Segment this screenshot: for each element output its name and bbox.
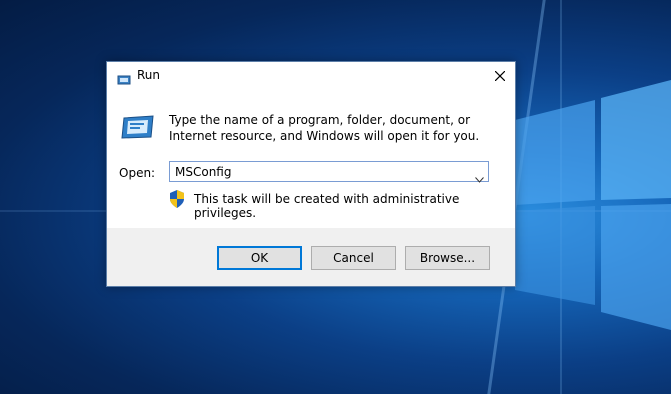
close-button[interactable] [485, 62, 515, 88]
admin-note: This task will be created with administr… [194, 192, 460, 220]
windows-logo [515, 80, 671, 330]
chevron-down-icon[interactable] [475, 168, 484, 187]
browse-button[interactable]: Browse... [405, 246, 490, 270]
title-bar[interactable]: Run [107, 62, 515, 90]
open-input[interactable]: MSConfig [169, 161, 489, 183]
run-icon [117, 70, 131, 89]
ok-button[interactable]: OK [217, 246, 302, 270]
run-icon [121, 114, 155, 144]
dialog-description: Type the name of a program, folder, docu… [169, 113, 480, 143]
run-dialog: Run Type the name of a program, folder, … [106, 61, 516, 287]
uac-shield-icon [169, 190, 185, 212]
open-label: Open: [119, 166, 156, 180]
open-input-value[interactable]: MSConfig [175, 165, 231, 179]
cancel-button[interactable]: Cancel [311, 246, 396, 270]
close-icon [494, 66, 506, 85]
dialog-title: Run [137, 68, 161, 82]
